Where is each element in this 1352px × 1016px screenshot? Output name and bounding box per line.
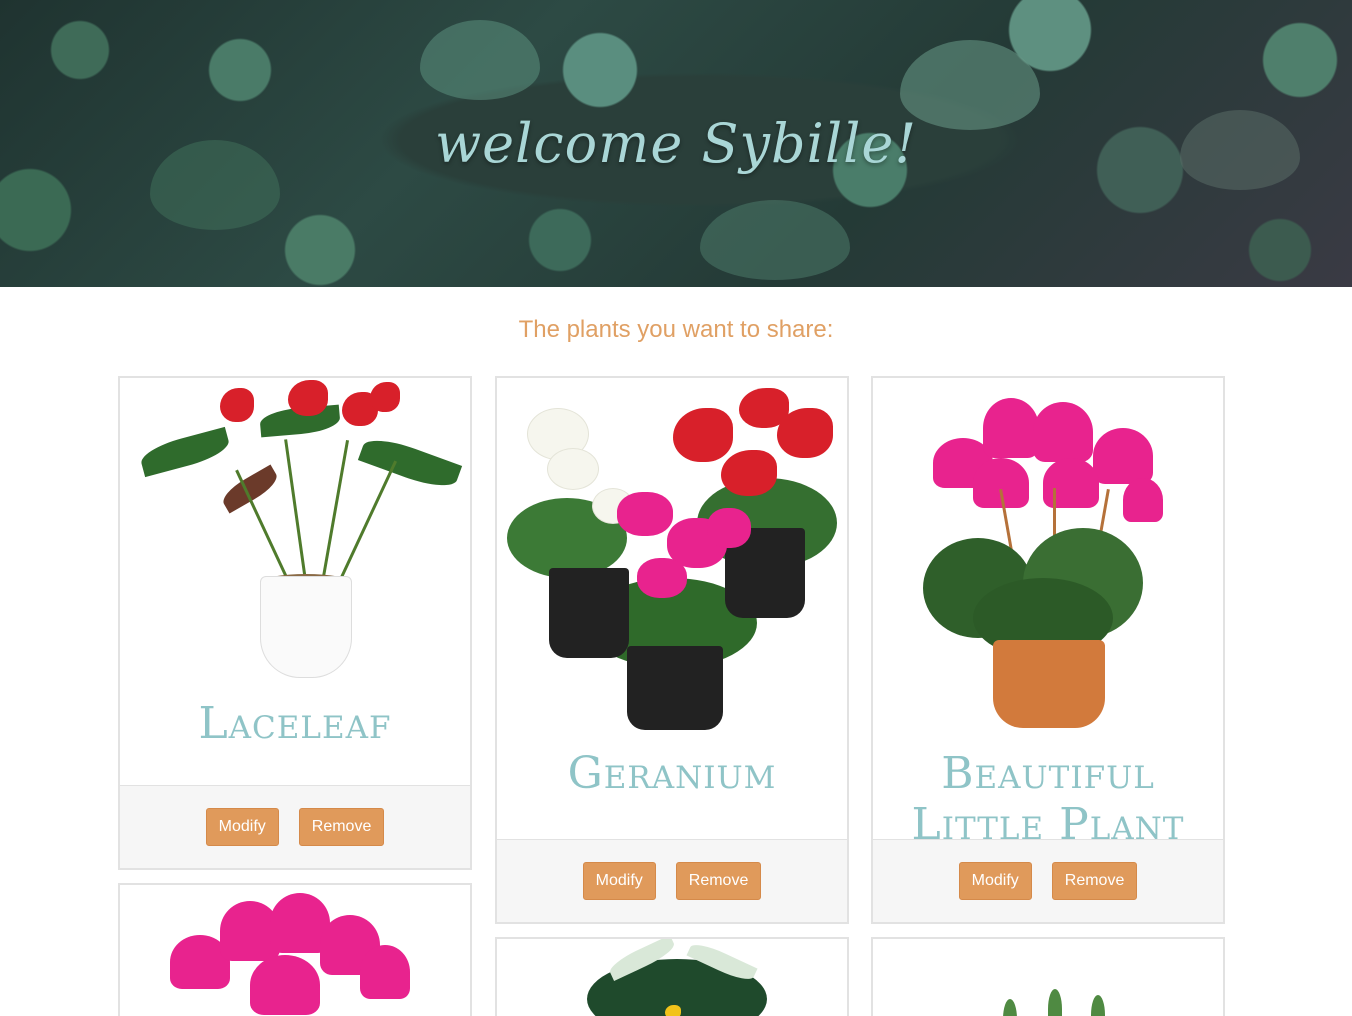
plant-image [497, 939, 847, 1016]
modify-button[interactable]: Modify [958, 862, 1032, 900]
plant-card: Beautiful Little Plant Modify Remove [871, 376, 1225, 924]
plant-card [495, 937, 849, 1016]
remove-button[interactable]: Remove [675, 862, 762, 900]
plant-card [118, 883, 472, 1016]
plant-image [497, 378, 847, 732]
card-actions: Modify Remove [873, 839, 1223, 922]
plant-image [120, 885, 470, 1016]
section-subtitle: The plants you want to share: [518, 316, 834, 343]
remove-button[interactable]: Remove [1051, 862, 1138, 900]
plant-card: Geranium Modify Remove [495, 376, 849, 924]
plant-image [120, 378, 470, 682]
plant-name: Laceleaf [198, 698, 392, 749]
welcome-title: welcome Sybille! [434, 112, 918, 175]
plant-name: Geranium [567, 748, 777, 799]
plant-card [871, 937, 1225, 1016]
plant-name: Beautiful Little Plant [911, 748, 1185, 850]
modify-button[interactable]: Modify [582, 862, 656, 900]
card-actions: Modify Remove [120, 785, 470, 868]
plant-image [873, 939, 1223, 1016]
hero-banner: welcome Sybille! [0, 0, 1352, 287]
plant-card: Laceleaf Modify Remove [118, 376, 472, 870]
modify-button[interactable]: Modify [205, 808, 279, 846]
remove-button[interactable]: Remove [298, 808, 385, 846]
plant-image [873, 378, 1223, 732]
card-actions: Modify Remove [497, 839, 847, 922]
